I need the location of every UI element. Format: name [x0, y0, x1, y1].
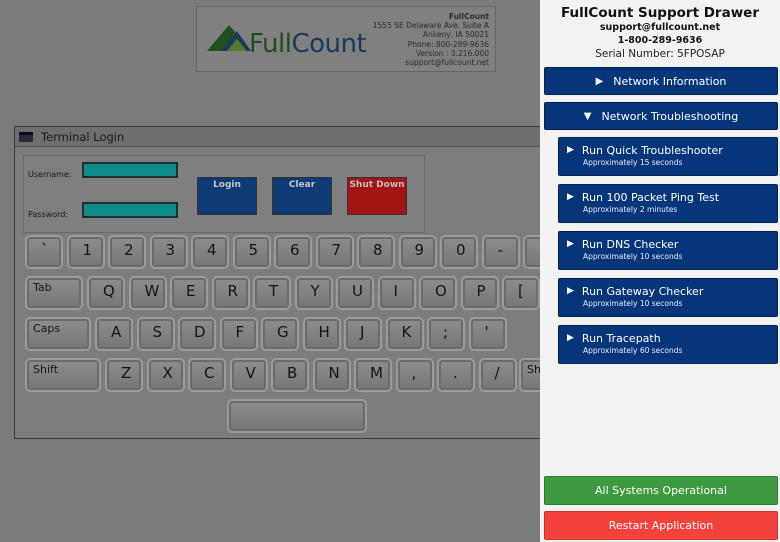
network-information-button[interactable]: ▶ Network Information: [544, 67, 778, 95]
tool-duration: Approximately 10 seconds: [583, 252, 683, 261]
restart-application-button[interactable]: Restart Application: [544, 511, 778, 540]
terminal-title: Terminal Login: [41, 129, 125, 144]
triangle-right-icon: ▶: [567, 239, 574, 249]
key[interactable]: 2: [108, 235, 146, 269]
key[interactable]: V: [229, 358, 268, 392]
key[interactable]: R: [211, 276, 250, 310]
tab-key[interactable]: Tab: [25, 276, 83, 310]
key[interactable]: N: [312, 358, 351, 392]
key[interactable]: T: [253, 276, 291, 310]
support-drawer: FullCount Support Drawer support@fullcou…: [540, 0, 780, 542]
key[interactable]: A: [95, 317, 133, 351]
key[interactable]: 8: [357, 235, 395, 269]
key[interactable]: M: [354, 358, 392, 392]
password-input[interactable]: [82, 202, 178, 218]
window-icon: [19, 131, 33, 142]
house-logo-icon: [207, 25, 251, 51]
username-label: Username:: [28, 170, 72, 179]
support-email: support@fullcount.net: [599, 22, 721, 33]
clear-button[interactable]: Clear: [272, 177, 332, 215]
login-button[interactable]: Login: [197, 177, 257, 215]
triangle-right-icon: ▶: [567, 333, 574, 343]
key[interactable]: E: [170, 276, 208, 310]
run-quick-troubleshooter-button[interactable]: ▶ Run Quick Troubleshooter Approximately …: [558, 137, 778, 176]
network-troubleshooting-label: Network Troubleshooting: [601, 109, 739, 123]
terminal-title-bar: Terminal Login: [15, 127, 543, 147]
key[interactable]: X: [146, 358, 185, 392]
support-phone: 1-800-289-9636: [617, 35, 703, 46]
key[interactable]: G: [261, 317, 299, 351]
key[interactable]: Q: [87, 276, 125, 310]
key[interactable]: H: [302, 317, 341, 351]
key[interactable]: W: [128, 276, 167, 310]
key[interactable]: D: [178, 317, 216, 351]
tool-duration: Approximately 60 seconds: [583, 346, 683, 355]
key[interactable]: J: [344, 317, 382, 351]
triangle-right-icon: ▶: [567, 145, 574, 155]
key[interactable]: O: [419, 276, 457, 310]
run-ping-test-button[interactable]: ▶ Run 100 Packet Ping Test Approximately …: [558, 184, 778, 223]
network-information-label: Network Information: [613, 74, 727, 88]
key[interactable]: F: [219, 317, 258, 351]
drawer-title: FullCount Support Drawer: [561, 5, 759, 21]
triangle-down-icon: ▼: [583, 110, 592, 122]
key[interactable]: P: [460, 276, 499, 310]
key[interactable]: 1: [66, 235, 105, 269]
tool-duration: Approximately 2 minutes: [583, 205, 678, 214]
key[interactable]: C: [188, 358, 226, 392]
drawer-header: FullCount Support Drawer support@fullcou…: [540, 0, 780, 61]
key[interactable]: 7: [315, 235, 354, 269]
caps-lock-key[interactable]: Caps: [25, 317, 91, 351]
triangle-right-icon: ▶: [567, 286, 574, 296]
key[interactable]: S: [136, 317, 175, 351]
key[interactable]: 4: [191, 235, 229, 269]
key[interactable]: I: [377, 276, 416, 310]
key[interactable]: Y: [294, 276, 333, 310]
key[interactable]: /: [478, 358, 517, 392]
system-status-button[interactable]: All Systems Operational: [544, 476, 778, 505]
fullcount-logo-card: FullCount FullCount 1555 SE Delaware Ave…: [196, 6, 496, 72]
tool-label: Run Tracepath: [581, 332, 661, 345]
username-input[interactable]: [82, 162, 178, 178]
key[interactable]: K: [385, 317, 424, 351]
terminal-login-window: Terminal Login Username: Password: Login…: [14, 126, 544, 439]
tool-duration: Approximately 15 seconds: [583, 158, 683, 167]
tool-label: Run 100 Packet Ping Test: [581, 191, 720, 204]
key[interactable]: -: [481, 235, 520, 269]
tool-label: Run Quick Troubleshooter: [581, 144, 723, 157]
key[interactable]: U: [336, 276, 374, 310]
space-bar[interactable]: [227, 399, 367, 433]
key[interactable]: 0: [440, 235, 478, 269]
run-tracepath-button[interactable]: ▶ Run Tracepath Approximately 60 seconds: [558, 325, 778, 364]
key[interactable]: ,: [395, 358, 434, 392]
key[interactable]: [: [502, 276, 540, 310]
serial-number: Serial Number: 5FPOSAP: [595, 48, 725, 60]
shift-key[interactable]: Shift: [25, 358, 101, 392]
tool-label: Run Gateway Checker: [581, 285, 704, 298]
password-label: Password:: [28, 210, 69, 219]
run-dns-checker-button[interactable]: ▶ Run DNS Checker Approximately 10 second…: [558, 231, 778, 270]
onscreen-keyboard: `1234567890-=TabQWERTYUIOP[CapsASDFGHJK;…: [23, 235, 543, 435]
key[interactable]: 6: [274, 235, 312, 269]
key[interactable]: 9: [398, 235, 437, 269]
key[interactable]: 5: [232, 235, 271, 269]
triangle-right-icon: ▶: [567, 192, 574, 202]
network-troubleshooting-button[interactable]: ▼ Network Troubleshooting: [544, 102, 778, 130]
tool-label: Run DNS Checker: [581, 238, 679, 251]
key[interactable]: .: [437, 358, 475, 392]
key[interactable]: ': [468, 317, 507, 351]
tool-duration: Approximately 10 seconds: [583, 299, 683, 308]
key[interactable]: Z: [105, 358, 143, 392]
key[interactable]: ;: [427, 317, 465, 351]
shutdown-button[interactable]: Shut Down: [347, 177, 407, 215]
key[interactable]: B: [271, 358, 309, 392]
company-info: FullCount 1555 SE Delaware Ave. Suite A …: [372, 12, 489, 68]
run-gateway-checker-button[interactable]: ▶ Run Gateway Checker Approximately 10 se…: [558, 278, 778, 317]
key[interactable]: `: [25, 235, 63, 269]
logo-wordmark: FullCount: [249, 29, 367, 59]
key[interactable]: 3: [149, 235, 188, 269]
triangle-right-icon: ▶: [595, 75, 604, 87]
